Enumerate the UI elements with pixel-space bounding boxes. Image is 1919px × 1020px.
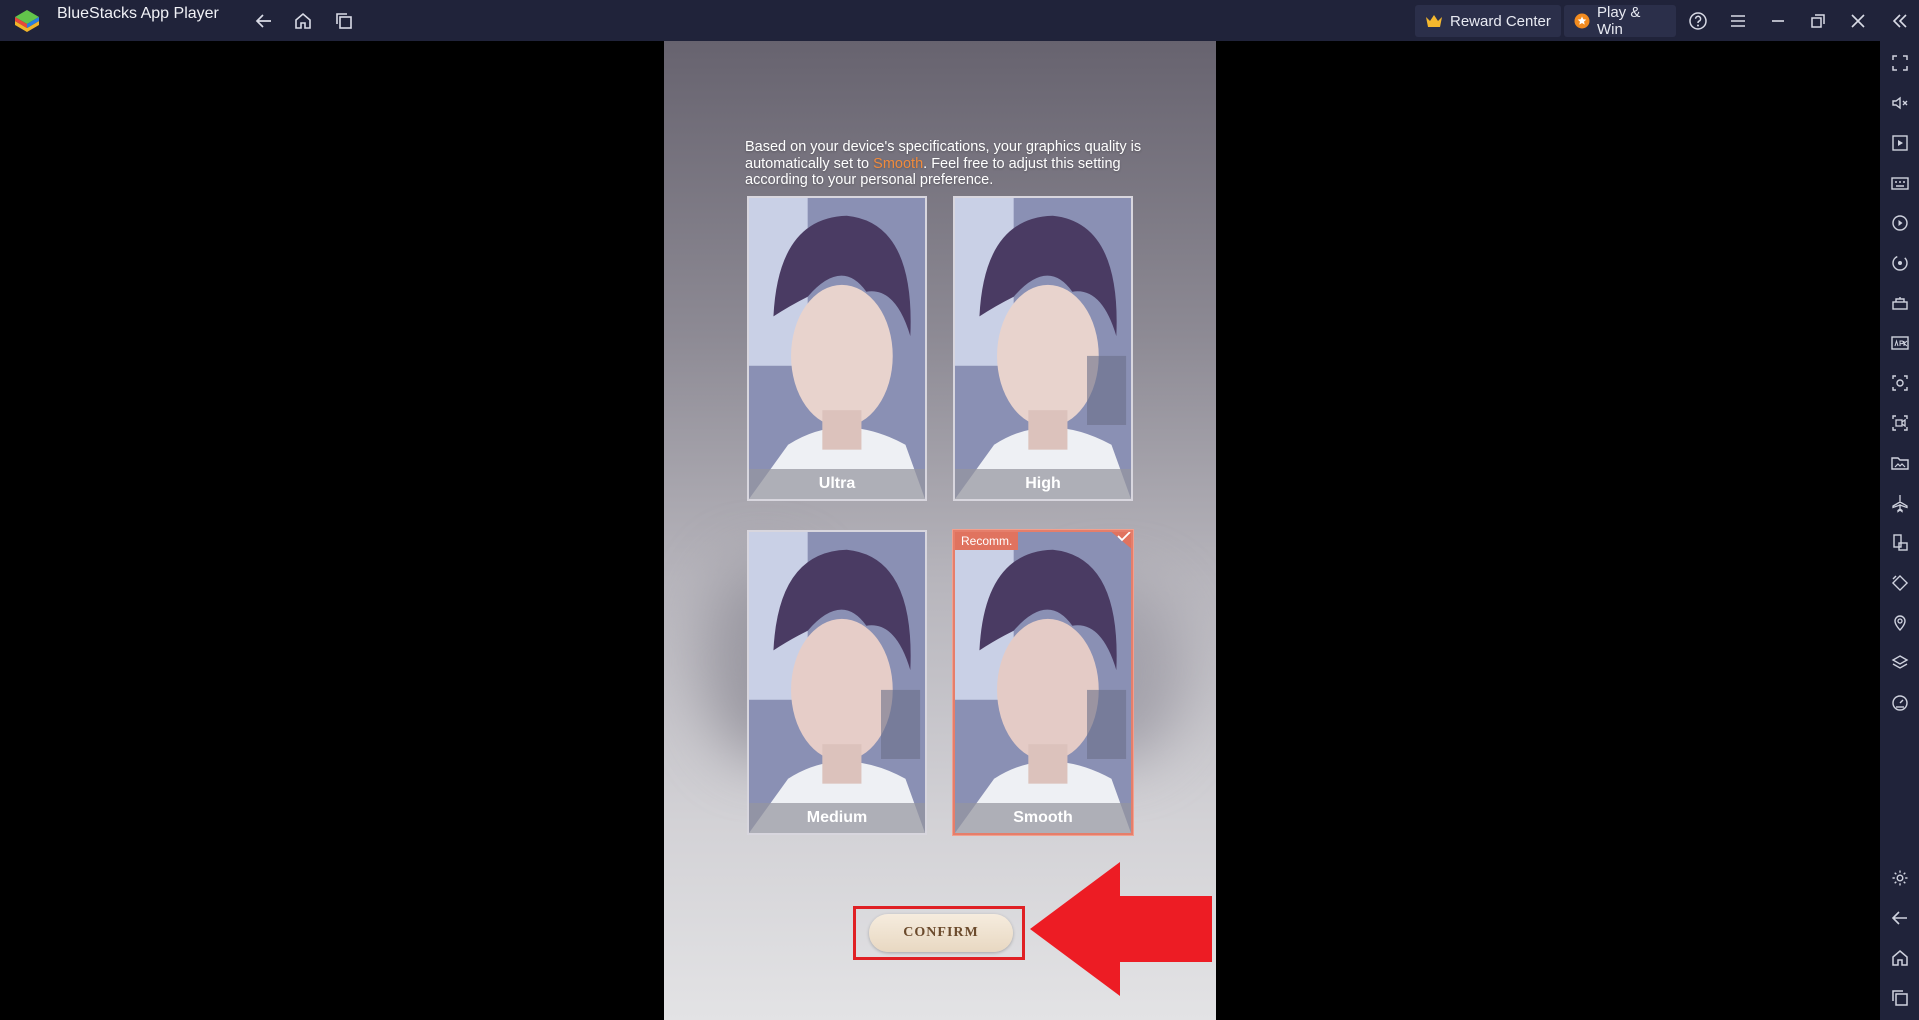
screenshot-icon xyxy=(1892,375,1908,391)
option-label: Ultra xyxy=(749,469,925,499)
minimize-icon xyxy=(1772,20,1784,22)
character-portrait xyxy=(749,198,925,499)
location-button[interactable] xyxy=(1888,611,1912,635)
settings-button[interactable] xyxy=(1888,866,1912,890)
android-home-button[interactable] xyxy=(1888,946,1912,970)
confirm-button[interactable]: CONFIRM xyxy=(869,914,1013,952)
rotate-button[interactable] xyxy=(1888,571,1912,595)
multi-instance-button[interactable] xyxy=(331,8,357,34)
keyboard-button[interactable] xyxy=(1888,171,1912,195)
home-icon xyxy=(1892,950,1908,966)
reward-center-button[interactable]: Reward Center xyxy=(1415,5,1561,37)
graphics-option-ultra[interactable]: Ultra xyxy=(747,196,927,501)
recommended-badge: Recomm. xyxy=(955,532,1019,550)
play-win-icon xyxy=(1574,13,1590,29)
layers-button[interactable] xyxy=(1888,651,1912,675)
back-icon xyxy=(1891,911,1907,925)
menu-icon xyxy=(1731,15,1745,27)
collapse-sidebar-button[interactable] xyxy=(1887,8,1913,34)
restore-button[interactable] xyxy=(1805,8,1831,34)
app-title: BlueStacks App Player xyxy=(57,5,219,22)
apk-install-button[interactable] xyxy=(1888,331,1912,355)
minimize-button[interactable] xyxy=(1765,8,1791,34)
apk-install-icon xyxy=(1891,336,1909,350)
character-portrait xyxy=(955,532,1131,833)
settings-icon xyxy=(1892,870,1908,886)
macro-play-icon xyxy=(1892,215,1908,231)
layers-icon xyxy=(1891,655,1909,669)
record-video-icon xyxy=(1892,415,1908,431)
sync-icon xyxy=(1892,255,1908,271)
restore-icon xyxy=(1811,14,1825,28)
help-button[interactable] xyxy=(1685,8,1711,34)
recent-apps-button[interactable] xyxy=(1888,986,1912,1010)
play-win-label: Play & Win xyxy=(1597,4,1641,38)
graphics-option-smooth[interactable]: Recomm. Smooth xyxy=(953,530,1133,835)
reward-center-label: Reward Center xyxy=(1450,12,1551,30)
play-win-button[interactable]: Play & Win xyxy=(1564,4,1676,38)
macro-button[interactable] xyxy=(1888,211,1912,235)
crown-icon xyxy=(1426,15,1442,27)
option-label: Smooth xyxy=(955,803,1131,833)
rotate-icon xyxy=(1891,574,1909,592)
option-label: Medium xyxy=(749,803,925,833)
menu-button[interactable] xyxy=(1725,8,1751,34)
graphics-option-high[interactable]: High xyxy=(953,196,1133,501)
recent-apps-icon xyxy=(1892,990,1908,1006)
performance-icon xyxy=(1892,297,1908,310)
close-icon xyxy=(1851,14,1865,28)
media-folder-icon xyxy=(1891,457,1909,470)
back-button[interactable] xyxy=(251,8,277,34)
character-portrait xyxy=(955,198,1131,499)
multi-device-icon xyxy=(1893,534,1908,551)
fullscreen-icon xyxy=(1892,55,1908,71)
right-sidebar xyxy=(1880,41,1919,1020)
character-portrait xyxy=(749,532,925,833)
graphics-option-medium[interactable]: Medium xyxy=(747,530,927,835)
android-back-button[interactable] xyxy=(1888,906,1912,930)
keyboard-icon xyxy=(1891,177,1909,190)
screen-record-icon xyxy=(1892,135,1908,151)
home-icon xyxy=(295,12,311,29)
media-folder-button[interactable] xyxy=(1888,451,1912,475)
airplane-mode-icon xyxy=(1892,495,1908,513)
performance-button[interactable] xyxy=(1888,291,1912,315)
home-button[interactable] xyxy=(290,8,316,34)
volume-button[interactable] xyxy=(1888,91,1912,115)
airplane-mode-button[interactable] xyxy=(1888,491,1912,515)
graphics-description: Based on your device's specifications, y… xyxy=(745,139,1145,189)
sync-button[interactable] xyxy=(1888,251,1912,275)
record-video-button[interactable] xyxy=(1888,411,1912,435)
fullscreen-button[interactable] xyxy=(1888,51,1912,75)
help-icon xyxy=(1689,12,1707,30)
title-bar: BlueStacks App Player Reward Center Play… xyxy=(0,0,1919,41)
multi-instance-icon xyxy=(336,13,352,29)
location-icon xyxy=(1894,615,1906,631)
multi-device-button[interactable] xyxy=(1888,531,1912,555)
screen-record-button[interactable] xyxy=(1888,131,1912,155)
checkmark-icon xyxy=(1111,532,1131,549)
screenshot-button[interactable] xyxy=(1888,371,1912,395)
bluestacks-logo-icon xyxy=(15,10,39,32)
option-label: High xyxy=(955,469,1131,499)
collapse-sidebar-icon xyxy=(1892,14,1907,28)
eco-mode-button[interactable] xyxy=(1888,691,1912,715)
annotation-arrow-icon xyxy=(1030,862,1212,996)
description-highlight: Smooth xyxy=(873,155,924,172)
volume-mute-icon xyxy=(1892,96,1908,110)
eco-mode-icon xyxy=(1892,695,1908,711)
back-icon xyxy=(255,14,271,28)
close-button[interactable] xyxy=(1845,8,1871,34)
